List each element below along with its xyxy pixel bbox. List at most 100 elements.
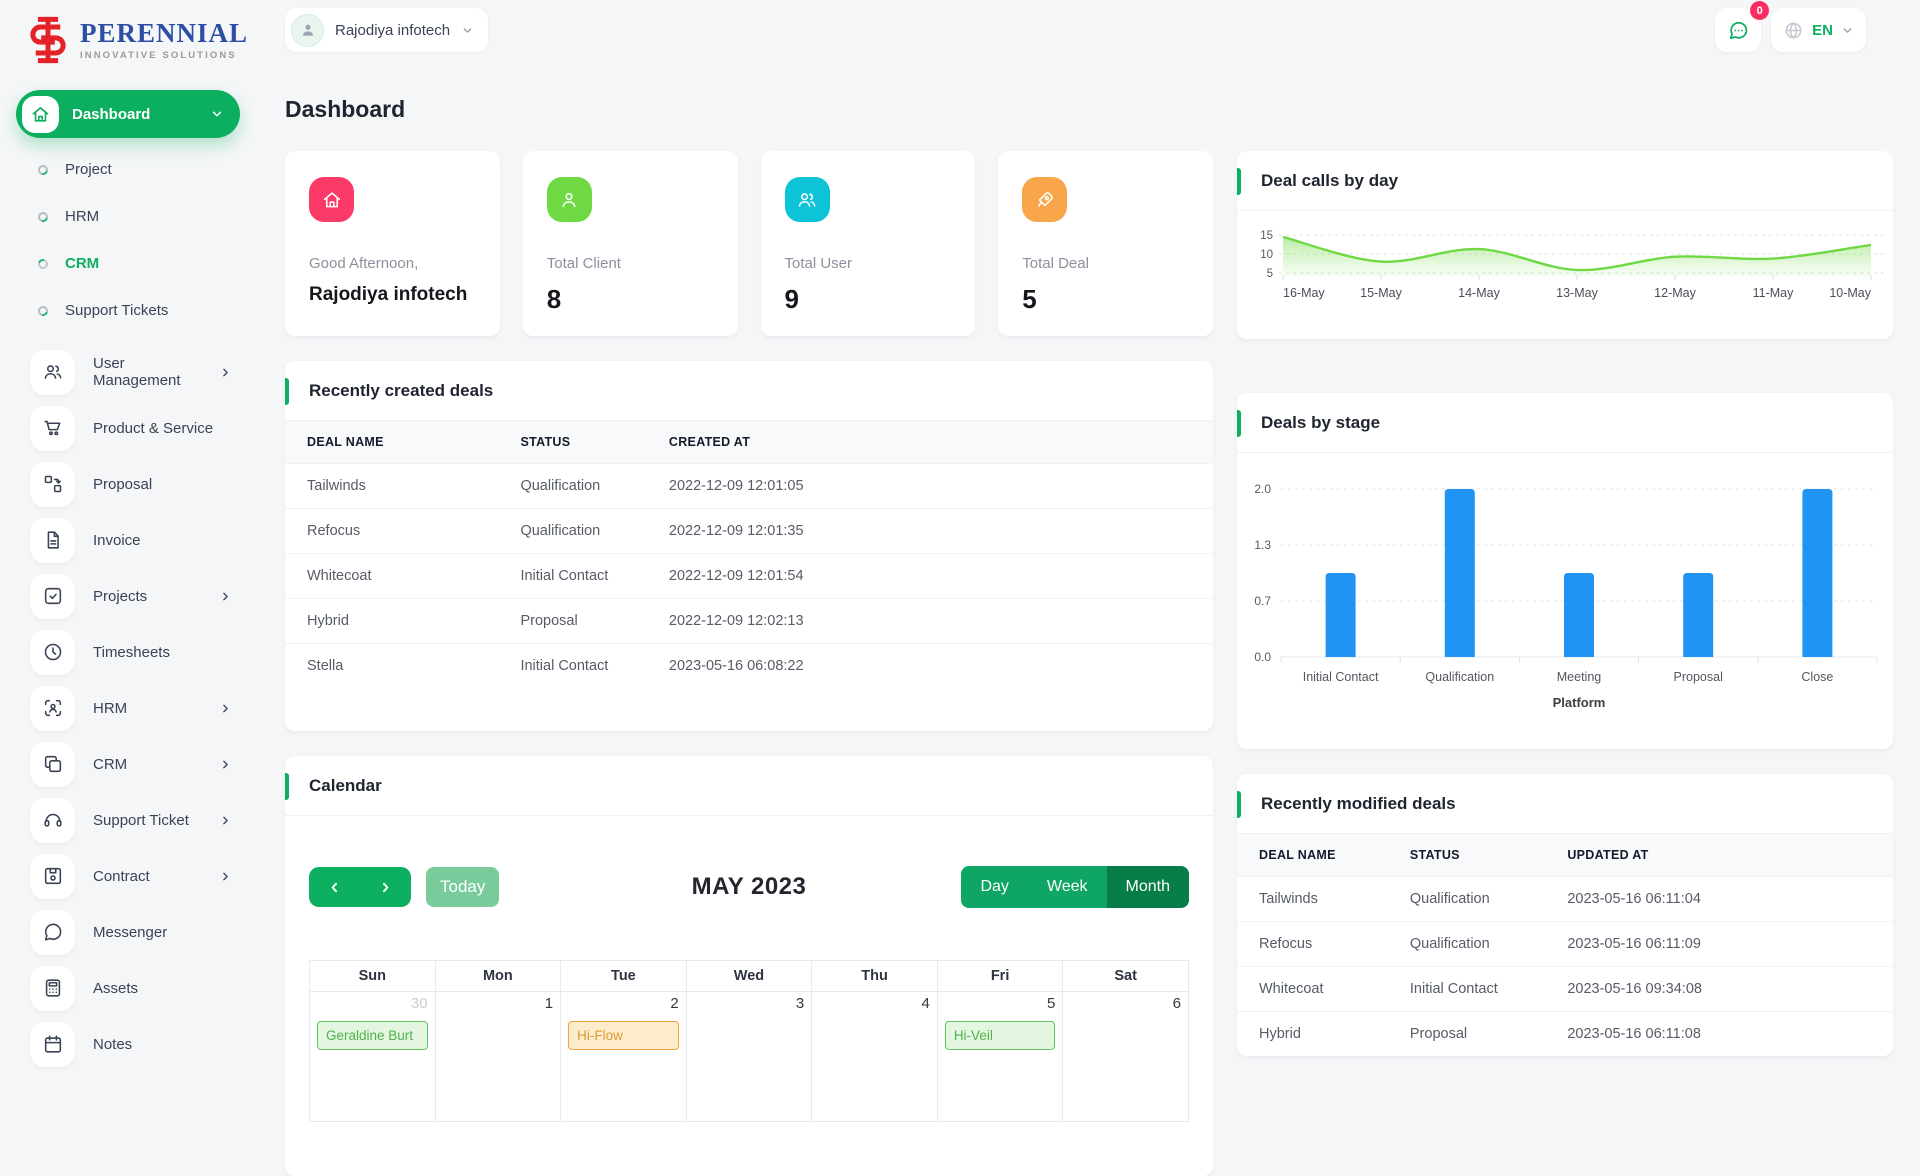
table-cell: Whitecoat — [1237, 966, 1388, 1012]
sidebar-item-project[interactable]: Project — [16, 146, 256, 193]
column-header: UPDATED AT — [1545, 834, 1893, 877]
column-header: STATUS — [1387, 834, 1546, 877]
svg-text:2.0: 2.0 — [1254, 482, 1271, 496]
user-icon — [546, 177, 592, 222]
calendar-day-cell[interactable]: 6 — [1062, 991, 1189, 1122]
deals-by-stage-chart: 0.0 0.7 1.3 2.0 Initial Contact Qualification… — [1254, 482, 1878, 710]
calendar-grid: Sun Mon Tue Wed Thu Fri Sat 30 Geraldine Burt 1 2… — [309, 960, 1189, 1122]
sidebar-item-projects[interactable]: Projects — [16, 568, 256, 624]
calendar-day-cell[interactable]: 5 Hi-Veil — [936, 991, 1064, 1122]
table-row: Refocus Qualification 2023-05-16 06:11:09 — [1237, 921, 1893, 967]
sidebar-item-label: Proposal — [93, 475, 153, 493]
sidebar-item-label: Product & Service — [93, 419, 214, 437]
sidebar-item-label: CRM — [65, 255, 100, 272]
calendar-date: 1 — [544, 995, 554, 1012]
calendar-day-cell[interactable]: 2 Hi-Flow — [560, 991, 687, 1122]
calendar-header-row: Sun Mon Tue Wed Thu Fri Sat — [309, 960, 1189, 992]
table-row: Whitecoat Initial Contact 2022-12-09 12:01… — [285, 553, 1213, 599]
sidebar-item-label: CRM — [93, 755, 128, 773]
calendar-day-cell[interactable]: 3 — [685, 991, 813, 1122]
clock-icon — [30, 629, 75, 675]
chevron-down-icon — [461, 24, 474, 37]
panel-title: Deals by stage — [1261, 412, 1381, 432]
sidebar-item-crm[interactable]: CRM — [16, 736, 256, 792]
calendar-event[interactable]: Geraldine Burt — [317, 1021, 428, 1050]
svg-text:Proposal: Proposal — [1674, 670, 1723, 684]
svg-text:11-May: 11-May — [1753, 286, 1795, 300]
svg-text:5: 5 — [1267, 268, 1273, 280]
stat-cards: Good Afternoon, Rajodiya infotech Total Cl… — [285, 151, 1213, 336]
stat-card-total-client: Total Client 8 — [522, 151, 738, 336]
rocket-icon — [1022, 177, 1068, 222]
sidebar-item-hrm[interactable]: HRM — [16, 193, 256, 240]
company-selector[interactable]: Rajodiya infotech — [285, 8, 489, 52]
table-cell: 2023-05-16 06:11:09 — [1545, 921, 1893, 967]
sidebar-item-notes[interactable]: Notes — [16, 1016, 256, 1072]
svg-text:Close: Close — [1801, 670, 1833, 684]
svg-text:16-May: 16-May — [1283, 286, 1325, 300]
sidebar-item-contract[interactable]: Contract — [16, 848, 256, 904]
deal-calls-chart: 15 10 5 16-May 15-May 14-May 13-May 12-May 11-Ma… — [1260, 230, 1885, 300]
ring-bullet-icon — [36, 256, 50, 271]
sidebar-item-invoice[interactable]: Invoice — [16, 512, 256, 568]
brand-monogram-icon — [22, 14, 74, 66]
sidebar-item-dashboard[interactable]: Dashboard — [16, 90, 240, 138]
chevron-right-icon — [219, 590, 232, 603]
table-row: Refocus Qualification 2022-12-09 12:01:35 — [285, 508, 1213, 554]
deal-calls-panel: Deal calls by day 15 10 5 16-May 15-May 14-Ma… — [1237, 151, 1893, 339]
stat-card-total-user: Total User 9 — [760, 151, 976, 336]
column-header: DEAL NAME — [285, 421, 499, 464]
panel-title: Recently modified deals — [1261, 793, 1456, 813]
stat-card-value: Rajodiya infotech — [309, 284, 468, 305]
home-icon — [22, 95, 59, 133]
calendar-day-cell[interactable]: 1 — [434, 991, 562, 1122]
page-title: Dashboard — [285, 96, 406, 122]
sidebar-item-timesheets[interactable]: Timesheets — [16, 624, 256, 680]
recently-created-deals-panel: Recently created deals DEAL NAME STATUS CR… — [285, 361, 1213, 731]
calculator-icon — [30, 965, 75, 1011]
table-cell: Hybrid — [1237, 1011, 1388, 1056]
ring-bullet-icon — [36, 162, 50, 177]
table-header-row: DEAL NAME STATUS UPDATED AT — [1237, 834, 1893, 877]
table-cell: Refocus — [285, 508, 499, 554]
calendar-day-header: Fri — [936, 960, 1064, 992]
table-row: Whitecoat Initial Contact 2023-05-16 09:34… — [1237, 966, 1893, 1012]
avatar — [291, 13, 324, 47]
svg-text:Qualification: Qualification — [1425, 670, 1494, 684]
table-cell: Whitecoat — [285, 553, 499, 599]
table-cell: Initial Contact — [1387, 966, 1546, 1012]
panel-title: Recently created deals — [309, 380, 494, 400]
calendar-day-cell[interactable]: 30 Geraldine Burt — [309, 991, 436, 1122]
table-body: Tailwinds Qualification 2022-12-09 12:01:0… — [285, 463, 1213, 688]
sidebar-item-support-ticket[interactable]: Support Ticket — [16, 792, 256, 848]
table-cell: Tailwinds — [285, 463, 499, 509]
stat-card-good-afternoon: Good Afternoon, Rajodiya infotech — [285, 151, 500, 336]
column-header: DEAL NAME — [1237, 834, 1388, 877]
sidebar-item-proposal[interactable]: Proposal — [16, 456, 256, 512]
table-cell: 2023-05-16 06:11:08 — [1545, 1011, 1893, 1056]
table-cell: Qualification — [498, 463, 647, 509]
sidebar-item-assets[interactable]: Assets — [16, 960, 256, 1016]
user-scan-icon — [30, 685, 75, 731]
sidebar-item-hrm[interactable]: HRM — [16, 680, 256, 736]
sidebar-item-crm[interactable]: CRM — [16, 240, 256, 287]
svg-text:0.0: 0.0 — [1254, 650, 1271, 664]
sidebar-item-support-tickets[interactable]: Support Tickets — [16, 287, 256, 334]
table-cell: Tailwinds — [1237, 876, 1388, 922]
svg-text:1.3: 1.3 — [1254, 538, 1271, 552]
calendar-event[interactable]: Hi-Flow — [568, 1021, 679, 1050]
messages-button[interactable]: 0 — [1715, 1, 1770, 52]
stat-card-label: Total Client — [546, 255, 621, 272]
sidebar-item-messenger[interactable]: Messenger — [16, 904, 256, 960]
calendar-day-headers: Sun Mon Tue Wed Thu Fri Sat — [309, 960, 1189, 992]
calendar-event[interactable]: Hi-Veil — [944, 1021, 1056, 1050]
language-selector[interactable]: EN — [1771, 8, 1866, 52]
sidebar-item-product-service[interactable]: Product & Service — [16, 400, 256, 456]
invoice-icon — [30, 517, 75, 563]
panel-accent — [1237, 791, 1241, 818]
calendar-day-cell[interactable]: 4 — [811, 991, 938, 1122]
users-icon — [30, 349, 75, 395]
sidebar-item-label: Timesheets — [93, 643, 170, 661]
ring-bullet-icon — [36, 209, 50, 224]
sidebar-item-user-management[interactable]: User Management — [16, 344, 256, 400]
